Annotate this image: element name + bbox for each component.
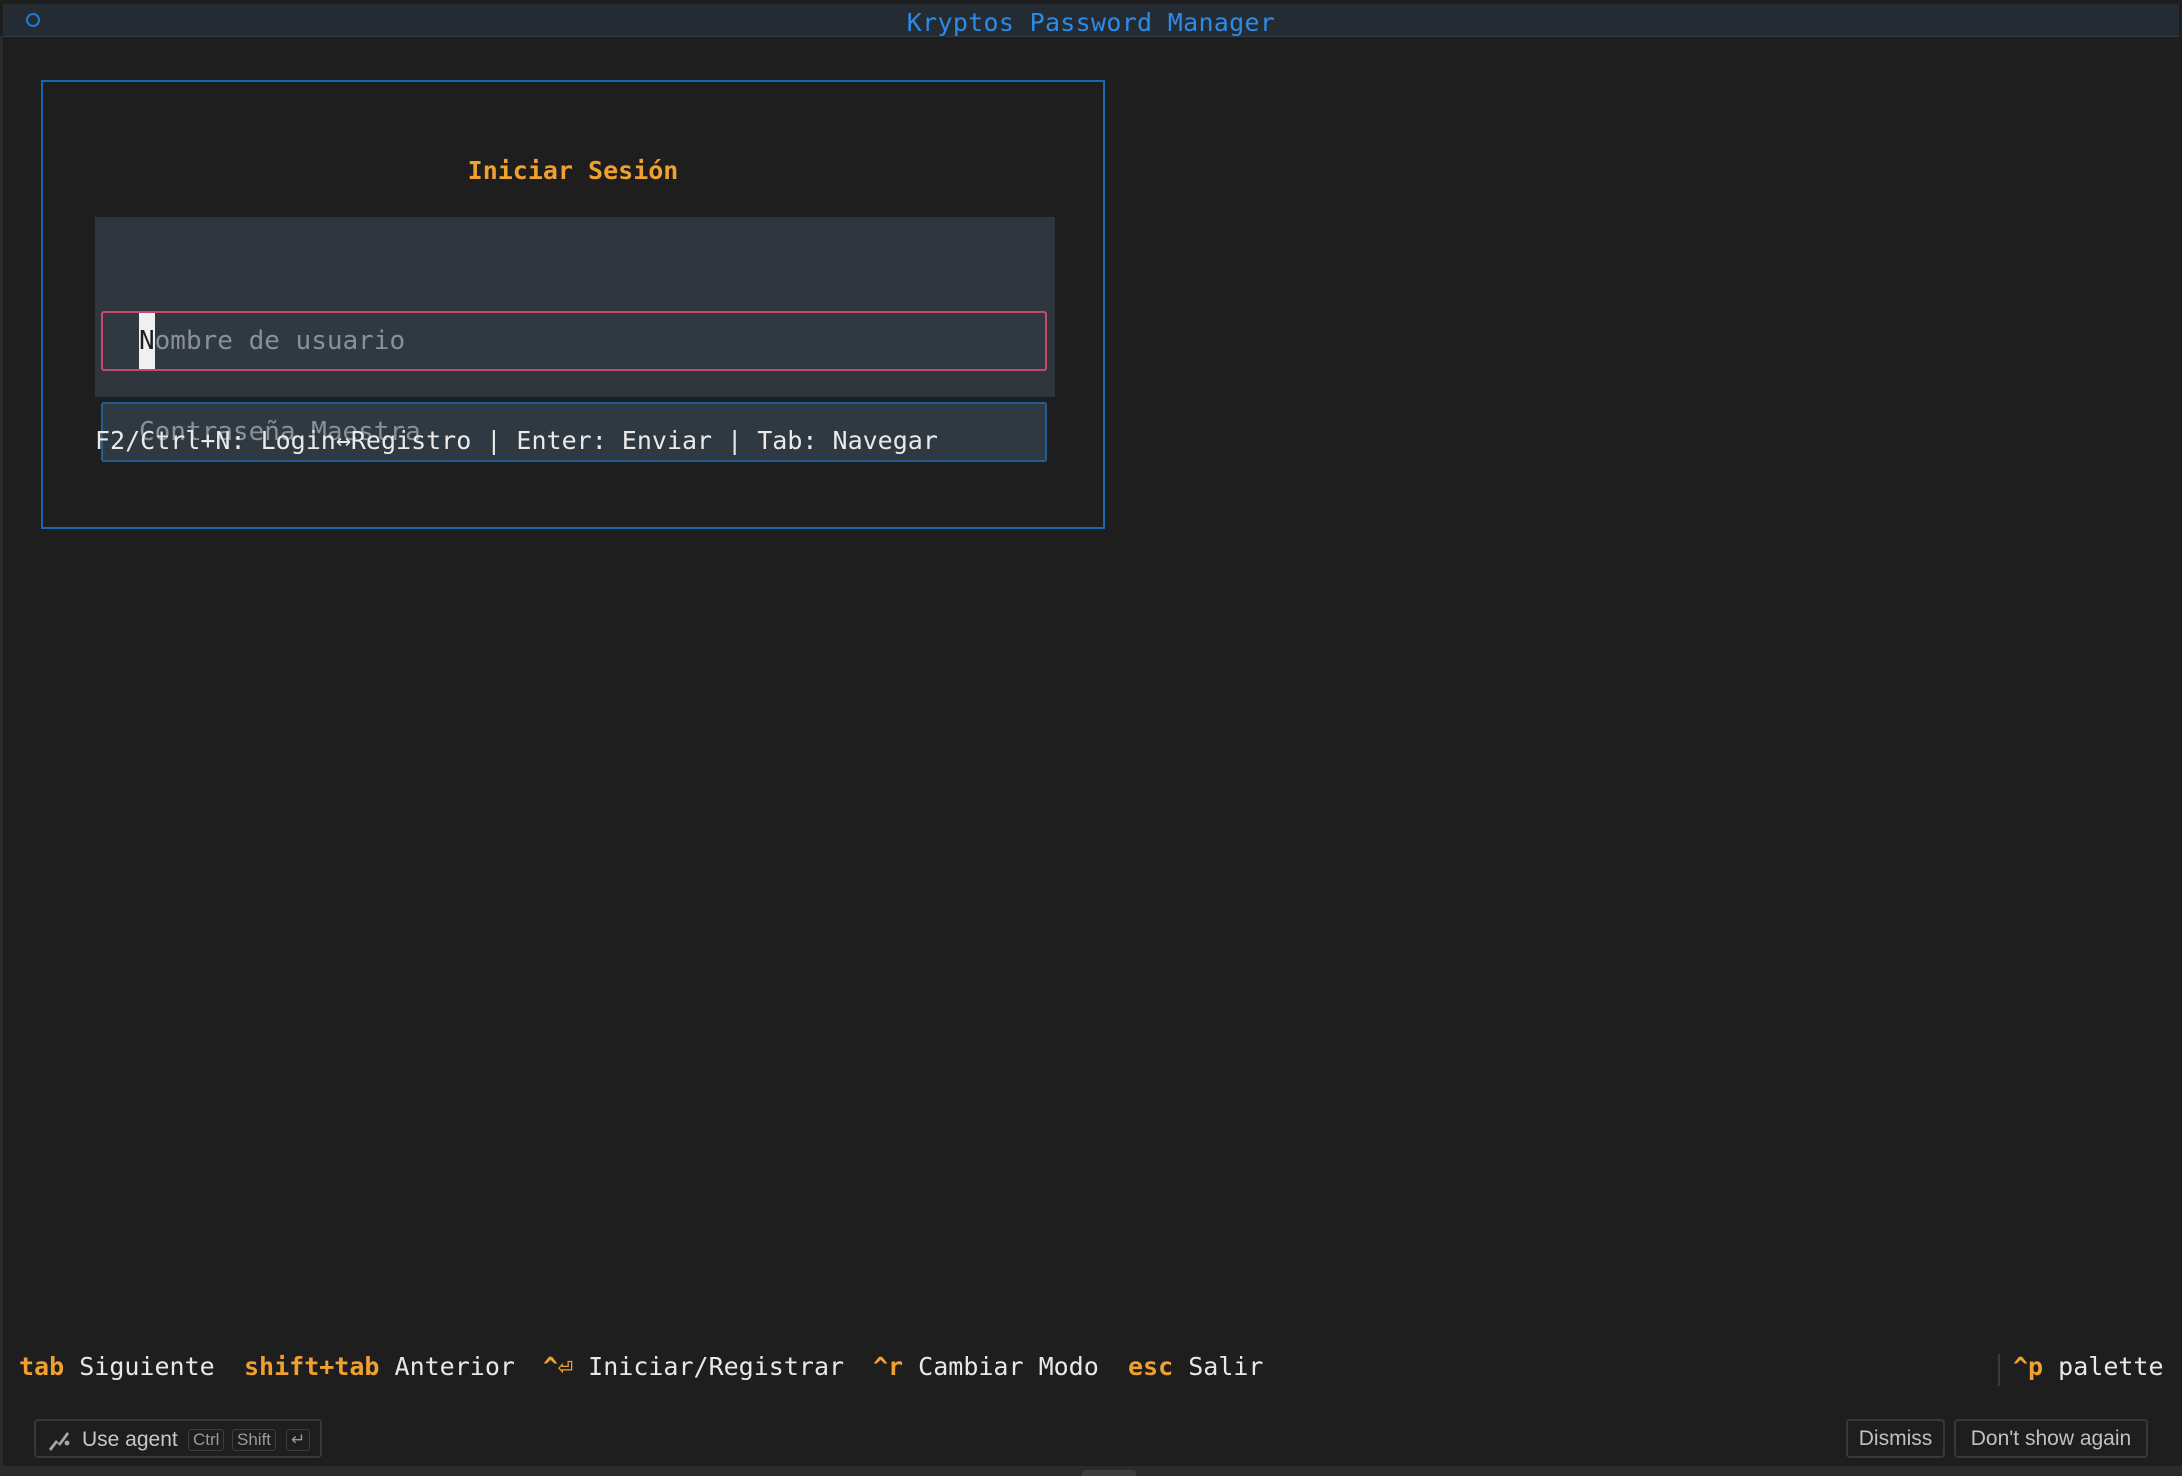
app-window: Kryptos Password Manager Iniciar Sesión … — [0, 0, 2182, 1476]
keycap-shift: Shift — [232, 1429, 277, 1451]
binding-key: tab — [19, 1352, 65, 1381]
footer-divider — [1998, 1354, 2000, 1386]
keycap-enter: ↵ — [286, 1429, 311, 1451]
footer-keybindings: tab Siguiente shift+tab Anterior ^⏎ Inic… — [0, 1352, 2182, 1388]
binding-exit[interactable]: esc Salir — [1128, 1352, 1263, 1381]
window-edge — [0, 36, 3, 1472]
binding-tab[interactable]: tab Siguiente — [19, 1352, 215, 1381]
binding-desc: Cambiar Modo — [918, 1352, 1099, 1381]
dont-show-again-button[interactable]: Don't show again — [1954, 1419, 2148, 1458]
login-heading: Iniciar Sesión — [467, 156, 679, 185]
binding-key: esc — [1128, 1352, 1174, 1381]
binding-desc: Anterior — [394, 1352, 515, 1381]
use-agent-label: Use agent — [82, 1428, 178, 1451]
keycap-ctrl: Ctrl — [188, 1429, 225, 1451]
keyboard-hint: F2/Ctrl+N: Login↔Registro | Enter: Envia… — [95, 426, 938, 455]
login-panel: Iniciar Sesión Nombre de usuario Contras… — [41, 80, 1105, 529]
binding-key: ^p — [2013, 1352, 2044, 1381]
title-bar: Kryptos Password Manager — [3, 4, 2179, 37]
binding-key: ^⏎ — [543, 1352, 574, 1381]
binding-submit[interactable]: ^⏎ Iniciar/Registrar — [543, 1352, 844, 1381]
binding-key: shift+tab — [244, 1352, 380, 1381]
binding-change-mode[interactable]: ^r Cambiar Modo — [873, 1352, 1099, 1381]
dismiss-button[interactable]: Dismiss — [1846, 1419, 1945, 1458]
text-cursor: N — [139, 313, 155, 369]
bottom-panel-edge — [0, 1466, 2182, 1476]
username-input[interactable]: Nombre de usuario — [101, 311, 1047, 371]
username-placeholder: ombre de usuario — [154, 326, 406, 356]
window-title: Kryptos Password Manager — [906, 8, 1276, 37]
use-agent-button[interactable]: Use agent Ctrl Shift ↵ — [34, 1419, 322, 1458]
binding-palette[interactable]: ^p palette — [2013, 1352, 2164, 1381]
binding-desc: Iniciar/Registrar — [588, 1352, 845, 1381]
binding-key: ^r — [873, 1352, 904, 1381]
agent-icon-svg — [49, 1432, 70, 1451]
binding-shift-tab[interactable]: shift+tab Anterior — [244, 1352, 515, 1381]
binding-desc: Siguiente — [79, 1352, 215, 1381]
resize-handle[interactable] — [1082, 1470, 1136, 1476]
binding-desc: palette — [2058, 1352, 2164, 1381]
agent-icon — [46, 1428, 72, 1458]
binding-desc: Salir — [1188, 1352, 1264, 1381]
